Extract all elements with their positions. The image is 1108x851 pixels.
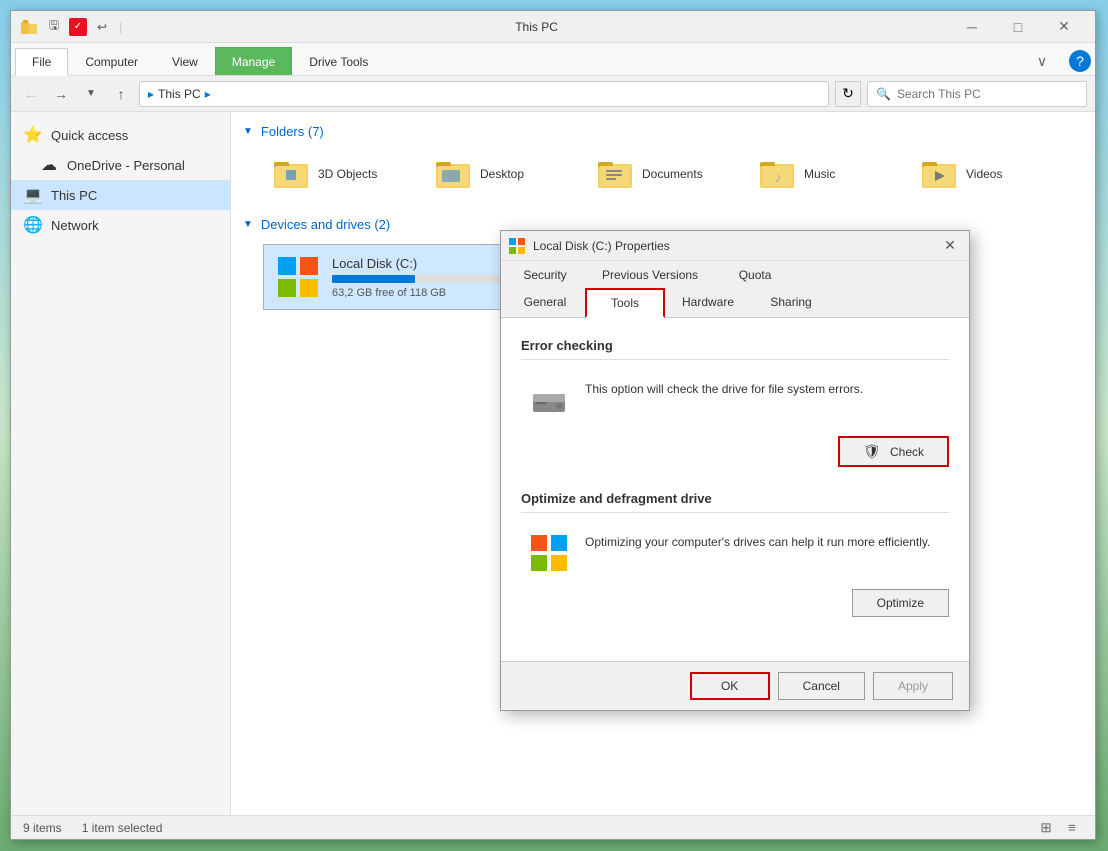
apply-button[interactable]: Apply	[873, 672, 953, 700]
cancel-button[interactable]: Cancel	[778, 672, 865, 700]
error-checking-body: This option will check the drive for fil…	[521, 372, 949, 428]
dialog-drive-icon	[509, 238, 525, 254]
dialog-title-bar: Local Disk (C:) Properties ✕	[501, 231, 969, 261]
optimize-description: Optimizing your computer's drives can he…	[585, 533, 941, 551]
optimize-section: Optimize and defragment drive Optimizing…	[521, 491, 949, 617]
tab-previous-versions[interactable]: Previous Versions	[585, 261, 715, 288]
tab-general[interactable]: General	[505, 288, 585, 317]
disk-drive-icon	[529, 380, 569, 420]
dialog-content: Error checking This option will check th…	[501, 318, 969, 661]
dialog-overlay: Local Disk (C:) Properties ✕ Security Pr…	[0, 0, 1108, 851]
optimize-icon	[529, 533, 569, 573]
dialog-title: Local Disk (C:) Properties	[533, 239, 931, 253]
optimize-body: Optimizing your computer's drives can he…	[521, 525, 949, 581]
dialog-tabs: Security Previous Versions Quota General…	[501, 261, 969, 318]
shield-check-icon: 🛡	[863, 443, 881, 459]
error-checking-btn-row: 🛡 Check	[521, 436, 949, 467]
ok-button[interactable]: OK	[690, 672, 770, 700]
tab-quota[interactable]: Quota	[715, 261, 795, 288]
tab-security[interactable]: Security	[505, 261, 585, 288]
optimize-title: Optimize and defragment drive	[521, 491, 949, 513]
dialog-tab-row-2: General Tools Hardware Sharing	[505, 288, 965, 317]
optimize-button[interactable]: Optimize	[852, 589, 949, 617]
check-button[interactable]: 🛡 Check	[838, 436, 949, 467]
tab-hardware[interactable]: Hardware	[665, 288, 751, 317]
error-checking-title: Error checking	[521, 338, 949, 360]
properties-dialog: Local Disk (C:) Properties ✕ Security Pr…	[500, 230, 970, 711]
tab-sharing[interactable]: Sharing	[751, 288, 831, 317]
optimize-btn-row: Optimize	[521, 589, 949, 617]
error-checking-section: Error checking This option will check th…	[521, 338, 949, 467]
dialog-tab-row-1: Security Previous Versions Quota	[505, 261, 965, 288]
error-checking-description: This option will check the drive for fil…	[585, 380, 941, 398]
dialog-close-button[interactable]: ✕	[939, 235, 961, 257]
tab-tools[interactable]: Tools	[585, 288, 665, 318]
dialog-footer: OK Cancel Apply	[501, 661, 969, 710]
